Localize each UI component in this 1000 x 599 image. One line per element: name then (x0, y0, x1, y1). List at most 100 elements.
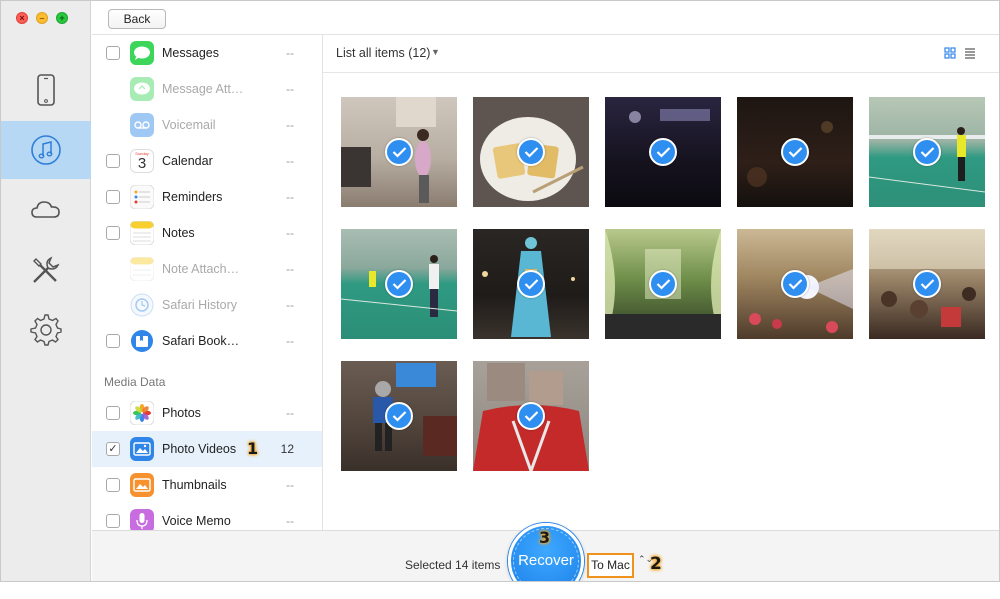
category-voice-memo[interactable]: Voice Memo -- (92, 503, 322, 530)
photo-thumbnail[interactable] (605, 97, 721, 207)
left-rail: × – + (1, 1, 91, 581)
tools-icon (33, 256, 60, 283)
category-list: Messages -- Message Att… -- Voicemail --… (92, 35, 323, 530)
category-reminders[interactable]: Reminders -- (92, 179, 322, 215)
photo-videos-icon (130, 437, 154, 461)
category-count: -- (286, 334, 294, 348)
category-safari-history: Safari History -- (92, 287, 322, 323)
category-checkbox[interactable] (106, 154, 120, 168)
rail-item-device[interactable] (1, 61, 91, 119)
selected-check-icon[interactable] (649, 138, 677, 166)
destination-select[interactable]: To Mac (587, 553, 634, 578)
thumbnails-icon (130, 473, 154, 497)
category-checkbox[interactable] (106, 406, 120, 420)
selected-check-icon[interactable] (913, 138, 941, 166)
category-label: Photos (162, 406, 201, 420)
rail-item-icloud[interactable] (1, 181, 91, 239)
calendar-icon-date: 3 (137, 155, 147, 172)
safari-bookmarks-icon (130, 329, 154, 353)
zoom-window-button[interactable]: + (56, 12, 68, 24)
category-checkbox[interactable] (106, 46, 120, 60)
category-checkbox[interactable] (106, 478, 120, 492)
photo-thumbnail[interactable] (737, 229, 853, 339)
photo-thumbnail[interactable] (737, 97, 853, 207)
minimize-window-button[interactable]: – (36, 12, 48, 24)
filter-bar: List all items (12) ▼ (323, 35, 999, 73)
category-count: -- (286, 514, 294, 528)
rail-item-itunes[interactable] (1, 121, 91, 179)
category-checkbox[interactable] (106, 514, 120, 528)
window-controls: × – + (16, 12, 68, 24)
category-checkbox[interactable]: ✓ (106, 442, 120, 456)
selected-check-icon[interactable] (517, 270, 545, 298)
category-calendar[interactable]: Sunday 3 Calendar -- (92, 143, 322, 179)
selected-check-icon[interactable] (517, 138, 545, 166)
calendar-icon: Sunday 3 (130, 149, 154, 173)
category-photos[interactable]: Photos -- (92, 395, 322, 431)
grid-view-icon[interactable] (944, 47, 956, 59)
selected-check-icon[interactable] (913, 270, 941, 298)
selected-check-icon[interactable] (385, 138, 413, 166)
category-count: -- (286, 82, 294, 96)
category-count: 12 (280, 442, 294, 456)
photos-icon (130, 401, 154, 425)
list-filter-dropdown[interactable]: List all items (12) (336, 46, 430, 60)
selected-check-icon[interactable] (649, 270, 677, 298)
selected-check-icon[interactable] (781, 138, 809, 166)
cloud-icon (31, 201, 60, 218)
category-checkbox[interactable] (106, 190, 120, 204)
category-message-attachments: Message Att… -- (92, 71, 322, 107)
photo-thumbnail[interactable] (605, 229, 721, 339)
category-photo-videos[interactable]: ✓ Photo Videos 1 12 (92, 431, 322, 467)
photo-thumbnail[interactable] (341, 97, 457, 207)
section-heading-media-data: Media Data (104, 375, 166, 389)
photo-thumbnail[interactable] (473, 361, 589, 471)
category-checkbox[interactable] (106, 226, 120, 240)
category-count: -- (286, 298, 294, 312)
category-label: Photo Videos (162, 442, 237, 456)
category-label: Note Attach… (162, 262, 240, 276)
music-note-icon (31, 135, 61, 165)
category-count: -- (286, 46, 294, 60)
minimize-icon: – (39, 13, 45, 23)
rail-item-settings[interactable] (1, 301, 91, 359)
photo-thumbnail[interactable] (869, 97, 985, 207)
category-voicemail: Voicemail -- (92, 107, 322, 143)
list-view-icon[interactable] (964, 47, 976, 59)
message-attachments-icon (130, 77, 154, 101)
chevron-down-icon[interactable]: ▼ (431, 47, 440, 57)
category-label: Safari Book… (162, 334, 240, 348)
voicemail-icon (130, 113, 154, 137)
app-window: × – + Back Messages -- Message Att… -- V… (0, 0, 1000, 582)
photo-thumbnail[interactable] (341, 361, 457, 471)
category-safari-bookmarks[interactable]: Safari Book… -- (92, 323, 322, 359)
close-window-button[interactable]: × (16, 12, 28, 24)
selected-check-icon[interactable] (385, 270, 413, 298)
category-notes[interactable]: Notes -- (92, 215, 322, 251)
back-button[interactable]: Back (108, 9, 166, 29)
category-label: Calendar (162, 154, 213, 168)
photo-thumbnail[interactable] (473, 229, 589, 339)
category-count: -- (286, 226, 294, 240)
safari-history-icon (130, 293, 154, 317)
photo-thumbnail[interactable] (341, 229, 457, 339)
category-thumbnails[interactable]: Thumbnails -- (92, 467, 322, 503)
category-messages[interactable]: Messages -- (92, 35, 322, 71)
note-attachments-icon (130, 257, 154, 281)
photo-thumbnail[interactable] (473, 97, 589, 207)
messages-icon (130, 41, 154, 65)
selection-summary: Selected 14 items (405, 558, 501, 572)
rail-item-tools[interactable] (1, 241, 91, 299)
zoom-icon: + (59, 13, 65, 23)
category-label: Reminders (162, 190, 223, 204)
selected-check-icon[interactable] (517, 402, 545, 430)
category-checkbox[interactable] (106, 334, 120, 348)
category-label: Voicemail (162, 118, 216, 132)
selected-check-icon[interactable] (781, 270, 809, 298)
category-label: Message Att… (162, 82, 244, 96)
selected-check-icon[interactable] (385, 402, 413, 430)
category-count: -- (286, 118, 294, 132)
photo-thumbnail[interactable] (869, 229, 985, 339)
photo-grid-panel: List all items (12) ▼ (323, 35, 999, 530)
voice-memo-icon (130, 509, 154, 530)
